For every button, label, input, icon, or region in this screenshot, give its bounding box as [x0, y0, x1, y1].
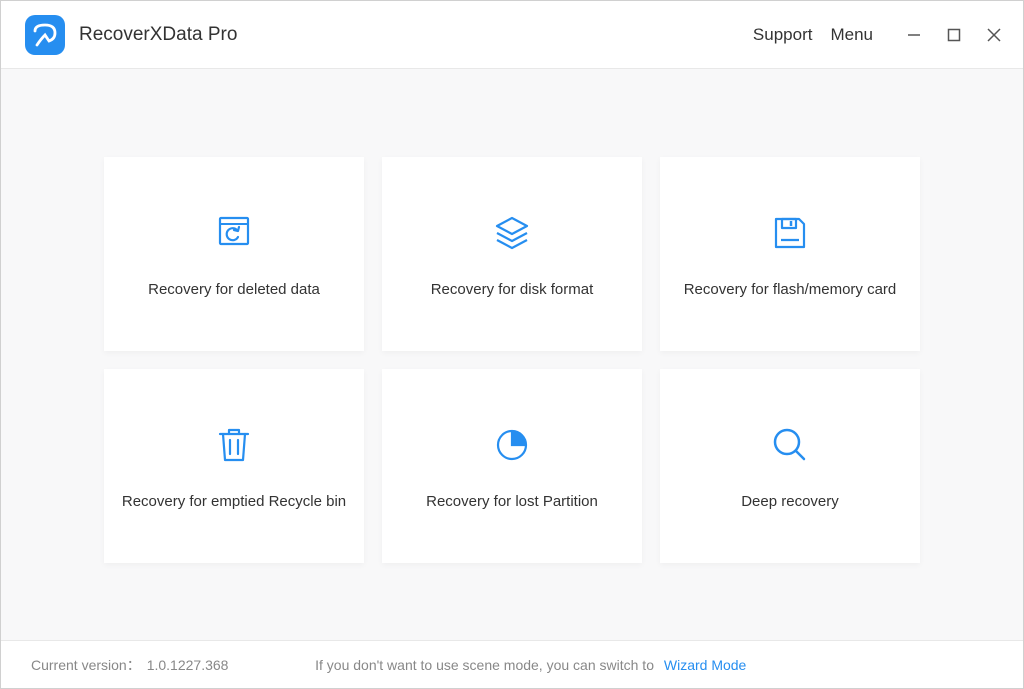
switch-mode-text: If you don't want to use scene mode, you…	[315, 657, 654, 673]
tile-label: Recovery for disk format	[431, 281, 594, 298]
tile-label: Recovery for deleted data	[148, 281, 320, 298]
recovery-tiles-grid: Recovery for deleted data Recovery for d…	[104, 157, 920, 563]
magnifier-icon	[768, 423, 812, 467]
app-logo-icon	[25, 15, 65, 55]
footer-text: If you don't want to use scene mode, you…	[228, 657, 833, 673]
tile-flash-memory[interactable]: Recovery for flash/memory card	[660, 157, 920, 351]
tile-label: Recovery for flash/memory card	[684, 281, 897, 298]
pie-chart-icon	[490, 423, 534, 467]
tile-deleted-data[interactable]: Recovery for deleted data	[104, 157, 364, 351]
restore-file-icon	[212, 211, 256, 255]
trash-icon	[212, 423, 256, 467]
version-value: 1.0.1227.368	[147, 657, 229, 673]
content-area: Recovery for deleted data Recovery for d…	[1, 69, 1023, 640]
tile-recycle-bin[interactable]: Recovery for emptied Recycle bin	[104, 369, 364, 563]
tile-deep-recovery[interactable]: Deep recovery	[660, 369, 920, 563]
tile-label: Deep recovery	[741, 493, 839, 510]
tile-label: Recovery for lost Partition	[426, 493, 598, 510]
save-disk-icon	[768, 211, 812, 255]
footer: Current version： 1.0.1227.368 If you don…	[1, 640, 1023, 688]
layers-icon	[490, 211, 534, 255]
minimize-icon	[907, 28, 921, 42]
app-window: RecoverXData Pro Support Menu	[0, 0, 1024, 689]
titlebar: RecoverXData Pro Support Menu	[1, 1, 1023, 69]
tile-disk-format[interactable]: Recovery for disk format	[382, 157, 642, 351]
app-title: RecoverXData Pro	[79, 24, 753, 46]
version-label: Current version：	[31, 655, 141, 675]
minimize-button[interactable]	[905, 26, 923, 44]
close-icon	[987, 28, 1001, 42]
maximize-icon	[947, 28, 961, 42]
close-button[interactable]	[985, 26, 1003, 44]
window-controls	[905, 26, 1003, 44]
menu-link[interactable]: Menu	[830, 25, 873, 45]
tile-lost-partition[interactable]: Recovery for lost Partition	[382, 369, 642, 563]
support-link[interactable]: Support	[753, 25, 813, 45]
wizard-mode-link[interactable]: Wizard Mode	[664, 657, 746, 673]
maximize-button[interactable]	[945, 26, 963, 44]
tile-label: Recovery for emptied Recycle bin	[122, 493, 346, 510]
